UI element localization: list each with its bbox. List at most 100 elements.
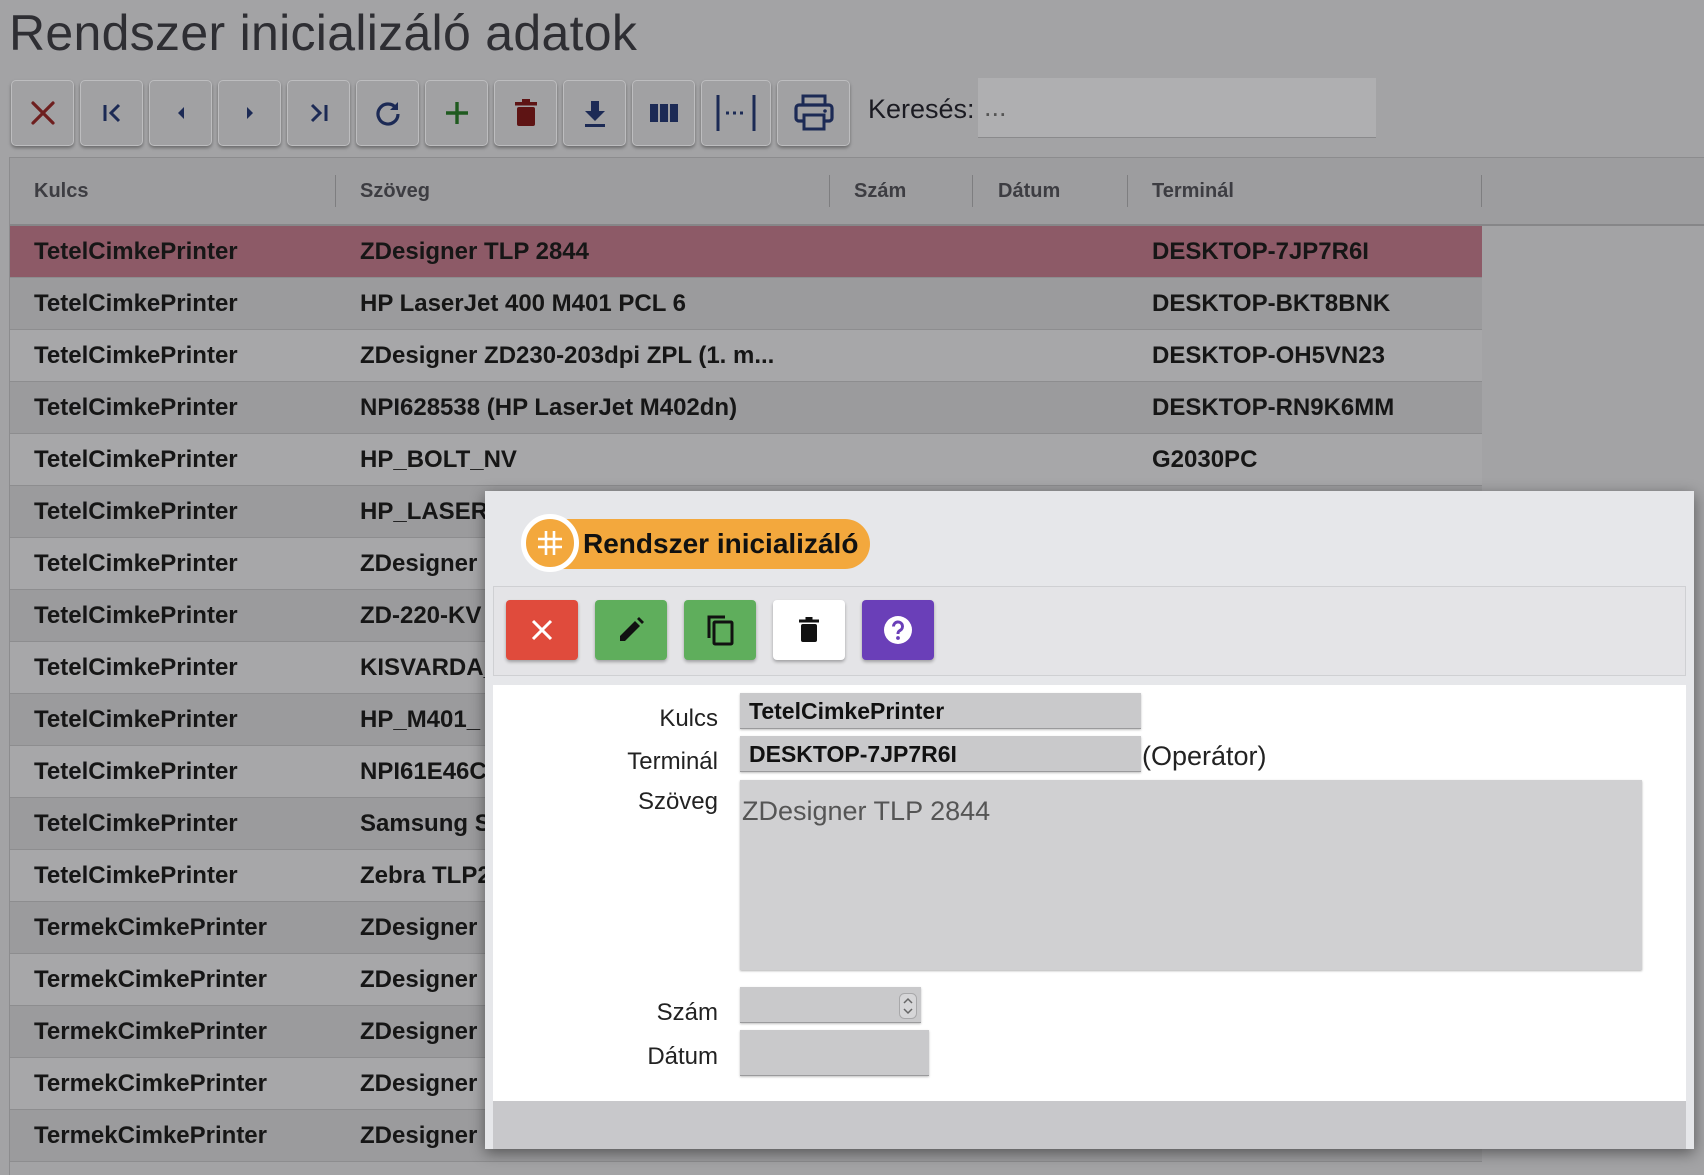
dialog-close-button[interactable] <box>506 600 578 660</box>
table-row[interactable]: TetelCimkePrinter HP LaserJet 400 M401 PC… <box>10 278 1482 330</box>
search-input[interactable] <box>978 78 1376 138</box>
dialog-copy-button[interactable] <box>684 600 756 660</box>
columns-button[interactable] <box>632 80 695 146</box>
dialog-help-button[interactable] <box>862 600 934 660</box>
delete-button[interactable] <box>494 80 557 146</box>
cell-key: TetelCimkePrinter <box>34 342 238 369</box>
cell-text: NPI628538 (HP LaserJet M402dn) <box>360 394 738 421</box>
column-header-date[interactable]: Dátum <box>998 158 1060 224</box>
table-row[interactable]: TetelCimkePrinter ZDesigner TLP 2844 DESKT… <box>10 226 1482 278</box>
date-label: Dátum <box>647 1043 718 1070</box>
download-icon <box>584 101 605 127</box>
column-divider[interactable] <box>1127 175 1128 207</box>
grid-header: Kulcs Szöveg Szám Dátum Terminál <box>10 158 1704 226</box>
column-header-text[interactable]: Szöveg <box>360 158 430 224</box>
next-button[interactable] <box>218 80 281 146</box>
text-label: Szöveg <box>637 788 718 815</box>
cell-key: TetelCimkePrinter <box>34 654 238 681</box>
cell-terminal: DESKTOP-BKT8BNK <box>1152 290 1391 317</box>
column-divider[interactable] <box>829 175 830 207</box>
key-field[interactable]: TetelCimkePrinter <box>740 693 1141 729</box>
table-row[interactable]: TetelCimkePrinter NPI628538 (HP LaserJet … <box>10 382 1482 434</box>
trash-icon <box>799 617 819 642</box>
fit-width-icon <box>716 95 756 131</box>
close-icon <box>531 619 553 641</box>
dialog-footer <box>493 1101 1686 1149</box>
hash-icon <box>538 531 562 555</box>
cell-key: TermekCimkePrinter <box>34 1122 267 1149</box>
fit-width-button[interactable] <box>701 80 771 146</box>
column-divider[interactable] <box>972 175 973 207</box>
terminal-field[interactable]: DESKTOP-7JP7R6I <box>740 736 1141 772</box>
cell-text: ZDesigner ZD230-203dpi ZPL (1. m... <box>360 342 775 369</box>
operator-note: (Operátor) <box>1142 741 1267 771</box>
stepper-arrows-icon[interactable] <box>899 993 917 1019</box>
dialog-delete-button[interactable] <box>773 600 845 660</box>
cell-key: TermekCimkePrinter <box>34 966 267 993</box>
cell-terminal: G2030PC <box>1152 446 1258 473</box>
cell-terminal: DESKTOP-OH5VN23 <box>1152 342 1385 369</box>
key-label: Kulcs <box>659 705 718 732</box>
print-button[interactable] <box>777 80 850 146</box>
cell-terminal: DESKTOP-RN9K6MM <box>1152 394 1395 421</box>
cell-key: TetelCimkePrinter <box>34 238 238 265</box>
dialog-edit-button[interactable] <box>595 600 667 660</box>
close-icon <box>30 101 55 125</box>
close-button[interactable] <box>11 80 74 146</box>
column-header-terminal[interactable]: Terminál <box>1152 158 1234 224</box>
prev-button[interactable] <box>149 80 212 146</box>
cell-key: TetelCimkePrinter <box>34 706 238 733</box>
first-button[interactable] <box>80 80 143 146</box>
cell-key: TetelCimkePrinter <box>34 862 238 889</box>
dialog-title-badge: Rendszer inicializáló <box>521 514 871 572</box>
columns-icon <box>649 104 678 122</box>
hash-badge <box>521 514 579 572</box>
download-button[interactable] <box>563 80 626 146</box>
edit-dialog: Rendszer inicializáló Kulcs TetelCimkePr… <box>485 491 1694 1149</box>
pencil-icon <box>620 617 644 641</box>
page-title: Rendszer inicializáló adatok <box>9 5 638 61</box>
cell-text: ZDesigner TLP 2844 <box>360 238 589 265</box>
cell-key: TetelCimkePrinter <box>34 394 238 421</box>
text-field[interactable]: ZDesigner TLP 2844 <box>740 780 1642 970</box>
cell-text: HP LaserJet 400 M401 PCL 6 <box>360 290 686 317</box>
cell-key: TetelCimkePrinter <box>34 446 238 473</box>
dialog-form: Kulcs TetelCimkePrinter Terminál DESKTOP… <box>493 685 1686 1101</box>
column-header-key[interactable]: Kulcs <box>34 158 88 224</box>
dialog-toolbar <box>493 586 1686 676</box>
refresh-button[interactable] <box>356 80 419 146</box>
cell-key: TetelCimkePrinter <box>34 498 238 525</box>
search-label: Keresés: <box>868 94 975 124</box>
add-button[interactable] <box>425 80 488 146</box>
cell-key: TetelCimkePrinter <box>34 290 238 317</box>
cell-key: TetelCimkePrinter <box>34 758 238 785</box>
column-divider[interactable] <box>1481 175 1482 207</box>
printer-icon <box>793 94 834 131</box>
date-field[interactable] <box>740 1030 929 1076</box>
trash-icon <box>514 99 537 126</box>
column-divider[interactable] <box>335 175 336 207</box>
cell-key: TetelCimkePrinter <box>34 550 238 577</box>
last-page-icon <box>310 103 327 123</box>
last-button[interactable] <box>287 80 350 146</box>
help-icon <box>884 616 912 644</box>
chevron-right-icon <box>246 107 253 119</box>
number-label: Szám <box>656 999 718 1026</box>
cell-key: TermekCimkePrinter <box>34 1018 267 1045</box>
first-page-icon <box>103 103 120 123</box>
cell-key: TermekCimkePrinter <box>34 1070 267 1097</box>
plus-icon <box>445 102 468 124</box>
table-row[interactable]: TetelCimkePrinter HP_BOLT_NV G2030PC <box>10 434 1482 486</box>
chevron-left-icon <box>177 107 184 119</box>
number-stepper[interactable] <box>740 987 921 1023</box>
cell-key: TermekCimkePrinter <box>34 914 267 941</box>
dialog-title: Rendszer inicializáló <box>583 528 859 559</box>
cell-key: TetelCimkePrinter <box>34 602 238 629</box>
refresh-icon <box>375 102 400 126</box>
copy-icon <box>707 615 734 646</box>
cell-text: HP_BOLT_NV <box>360 446 517 473</box>
cell-key: TetelCimkePrinter <box>34 810 238 837</box>
terminal-label: Terminál <box>627 748 718 775</box>
column-header-number[interactable]: Szám <box>854 158 906 224</box>
table-row[interactable]: TetelCimkePrinter ZDesigner ZD230-203dpi … <box>10 330 1482 382</box>
